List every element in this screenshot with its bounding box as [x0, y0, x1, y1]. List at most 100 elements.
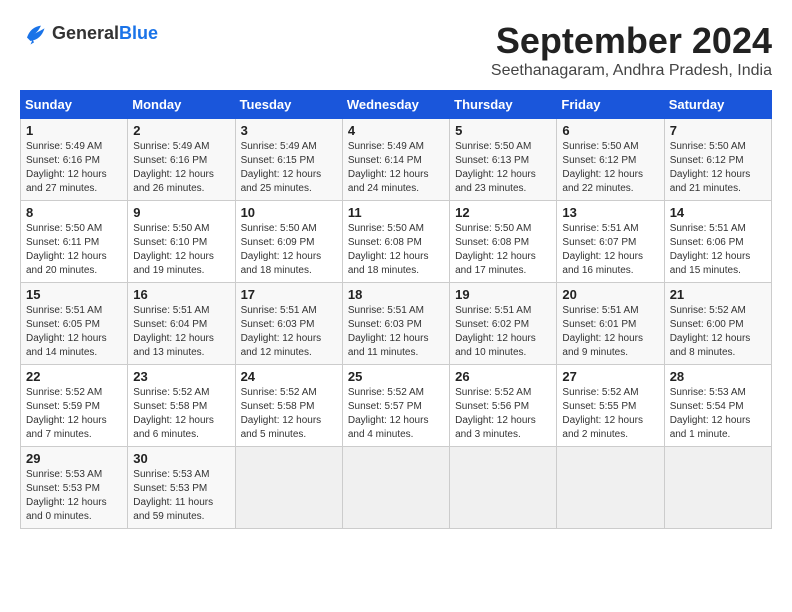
calendar-week-row: 29 Sunrise: 5:53 AMSunset: 5:53 PMDaylig… — [21, 447, 772, 529]
col-header-tuesday: Tuesday — [235, 91, 342, 119]
day-info: Sunrise: 5:50 AMSunset: 6:12 PMDaylight:… — [670, 140, 766, 196]
day-info: Sunrise: 5:50 AMSunset: 6:11 PMDaylight:… — [26, 222, 122, 278]
calendar-cell — [235, 447, 342, 529]
day-info: Sunrise: 5:53 AMSunset: 5:54 PMDaylight:… — [670, 386, 766, 442]
calendar-cell: 29 Sunrise: 5:53 AMSunset: 5:53 PMDaylig… — [21, 447, 128, 529]
day-info: Sunrise: 5:51 AMSunset: 6:03 PMDaylight:… — [241, 304, 337, 360]
day-number: 25 — [348, 369, 444, 384]
day-info: Sunrise: 5:52 AMSunset: 5:59 PMDaylight:… — [26, 386, 122, 442]
calendar-cell: 28 Sunrise: 5:53 AMSunset: 5:54 PMDaylig… — [664, 365, 771, 447]
day-number: 11 — [348, 205, 444, 220]
logo-general: General — [52, 23, 119, 43]
calendar-cell: 5 Sunrise: 5:50 AMSunset: 6:13 PMDayligh… — [450, 119, 557, 201]
calendar-cell: 14 Sunrise: 5:51 AMSunset: 6:06 PMDaylig… — [664, 201, 771, 283]
calendar-cell: 25 Sunrise: 5:52 AMSunset: 5:57 PMDaylig… — [342, 365, 449, 447]
day-number: 22 — [26, 369, 122, 384]
day-number: 29 — [26, 451, 122, 466]
col-header-monday: Monday — [128, 91, 235, 119]
day-number: 5 — [455, 123, 551, 138]
calendar-week-row: 8 Sunrise: 5:50 AMSunset: 6:11 PMDayligh… — [21, 201, 772, 283]
calendar-cell: 19 Sunrise: 5:51 AMSunset: 6:02 PMDaylig… — [450, 283, 557, 365]
calendar-cell: 17 Sunrise: 5:51 AMSunset: 6:03 PMDaylig… — [235, 283, 342, 365]
day-info: Sunrise: 5:52 AMSunset: 6:00 PMDaylight:… — [670, 304, 766, 360]
location-title: Seethanagaram, Andhra Pradesh, India — [491, 62, 772, 80]
day-info: Sunrise: 5:51 AMSunset: 6:06 PMDaylight:… — [670, 222, 766, 278]
col-header-wednesday: Wednesday — [342, 91, 449, 119]
calendar-cell — [450, 447, 557, 529]
calendar-cell: 6 Sunrise: 5:50 AMSunset: 6:12 PMDayligh… — [557, 119, 664, 201]
calendar-cell: 3 Sunrise: 5:49 AMSunset: 6:15 PMDayligh… — [235, 119, 342, 201]
day-info: Sunrise: 5:51 AMSunset: 6:01 PMDaylight:… — [562, 304, 658, 360]
logo-lockup: GeneralBlue — [20, 20, 158, 48]
day-info: Sunrise: 5:52 AMSunset: 5:56 PMDaylight:… — [455, 386, 551, 442]
calendar-cell: 27 Sunrise: 5:52 AMSunset: 5:55 PMDaylig… — [557, 365, 664, 447]
day-number: 24 — [241, 369, 337, 384]
day-info: Sunrise: 5:50 AMSunset: 6:08 PMDaylight:… — [455, 222, 551, 278]
day-number: 13 — [562, 205, 658, 220]
calendar-table: SundayMondayTuesdayWednesdayThursdayFrid… — [20, 90, 772, 529]
day-number: 16 — [133, 287, 229, 302]
calendar-cell: 20 Sunrise: 5:51 AMSunset: 6:01 PMDaylig… — [557, 283, 664, 365]
page-header: GeneralBlue September 2024 Seethanagaram… — [20, 20, 772, 80]
day-number: 30 — [133, 451, 229, 466]
calendar-week-row: 22 Sunrise: 5:52 AMSunset: 5:59 PMDaylig… — [21, 365, 772, 447]
day-number: 23 — [133, 369, 229, 384]
logo: GeneralBlue — [20, 20, 158, 48]
day-info: Sunrise: 5:49 AMSunset: 6:16 PMDaylight:… — [26, 140, 122, 196]
day-number: 17 — [241, 287, 337, 302]
day-info: Sunrise: 5:52 AMSunset: 5:58 PMDaylight:… — [133, 386, 229, 442]
day-info: Sunrise: 5:51 AMSunset: 6:04 PMDaylight:… — [133, 304, 229, 360]
day-number: 21 — [670, 287, 766, 302]
day-info: Sunrise: 5:52 AMSunset: 5:58 PMDaylight:… — [241, 386, 337, 442]
day-info: Sunrise: 5:52 AMSunset: 5:55 PMDaylight:… — [562, 386, 658, 442]
calendar-cell: 18 Sunrise: 5:51 AMSunset: 6:03 PMDaylig… — [342, 283, 449, 365]
calendar-week-row: 1 Sunrise: 5:49 AMSunset: 6:16 PMDayligh… — [21, 119, 772, 201]
calendar-cell: 26 Sunrise: 5:52 AMSunset: 5:56 PMDaylig… — [450, 365, 557, 447]
month-title: September 2024 — [491, 20, 772, 62]
calendar-cell: 11 Sunrise: 5:50 AMSunset: 6:08 PMDaylig… — [342, 201, 449, 283]
calendar-cell: 24 Sunrise: 5:52 AMSunset: 5:58 PMDaylig… — [235, 365, 342, 447]
calendar-cell — [664, 447, 771, 529]
day-number: 15 — [26, 287, 122, 302]
day-info: Sunrise: 5:51 AMSunset: 6:05 PMDaylight:… — [26, 304, 122, 360]
col-header-sunday: Sunday — [21, 91, 128, 119]
day-number: 2 — [133, 123, 229, 138]
day-number: 10 — [241, 205, 337, 220]
calendar-cell: 23 Sunrise: 5:52 AMSunset: 5:58 PMDaylig… — [128, 365, 235, 447]
day-number: 7 — [670, 123, 766, 138]
calendar-week-row: 15 Sunrise: 5:51 AMSunset: 6:05 PMDaylig… — [21, 283, 772, 365]
calendar-cell — [342, 447, 449, 529]
day-number: 6 — [562, 123, 658, 138]
calendar-cell: 2 Sunrise: 5:49 AMSunset: 6:16 PMDayligh… — [128, 119, 235, 201]
day-info: Sunrise: 5:51 AMSunset: 6:02 PMDaylight:… — [455, 304, 551, 360]
day-info: Sunrise: 5:50 AMSunset: 6:12 PMDaylight:… — [562, 140, 658, 196]
day-number: 28 — [670, 369, 766, 384]
day-info: Sunrise: 5:53 AMSunset: 5:53 PMDaylight:… — [26, 468, 122, 524]
day-number: 26 — [455, 369, 551, 384]
col-header-thursday: Thursday — [450, 91, 557, 119]
calendar-cell: 13 Sunrise: 5:51 AMSunset: 6:07 PMDaylig… — [557, 201, 664, 283]
calendar-cell — [557, 447, 664, 529]
day-number: 1 — [26, 123, 122, 138]
calendar-cell: 30 Sunrise: 5:53 AMSunset: 5:53 PMDaylig… — [128, 447, 235, 529]
day-number: 9 — [133, 205, 229, 220]
day-info: Sunrise: 5:50 AMSunset: 6:08 PMDaylight:… — [348, 222, 444, 278]
calendar-cell: 22 Sunrise: 5:52 AMSunset: 5:59 PMDaylig… — [21, 365, 128, 447]
logo-bird-icon — [20, 20, 48, 48]
day-number: 20 — [562, 287, 658, 302]
day-info: Sunrise: 5:49 AMSunset: 6:16 PMDaylight:… — [133, 140, 229, 196]
calendar-cell: 4 Sunrise: 5:49 AMSunset: 6:14 PMDayligh… — [342, 119, 449, 201]
day-info: Sunrise: 5:49 AMSunset: 6:14 PMDaylight:… — [348, 140, 444, 196]
calendar-cell: 12 Sunrise: 5:50 AMSunset: 6:08 PMDaylig… — [450, 201, 557, 283]
day-info: Sunrise: 5:51 AMSunset: 6:07 PMDaylight:… — [562, 222, 658, 278]
day-number: 4 — [348, 123, 444, 138]
day-number: 3 — [241, 123, 337, 138]
col-header-saturday: Saturday — [664, 91, 771, 119]
logo-blue: Blue — [119, 23, 158, 43]
day-info: Sunrise: 5:51 AMSunset: 6:03 PMDaylight:… — [348, 304, 444, 360]
calendar-cell: 15 Sunrise: 5:51 AMSunset: 6:05 PMDaylig… — [21, 283, 128, 365]
calendar-cell: 7 Sunrise: 5:50 AMSunset: 6:12 PMDayligh… — [664, 119, 771, 201]
day-number: 12 — [455, 205, 551, 220]
title-area: September 2024 Seethanagaram, Andhra Pra… — [491, 20, 772, 80]
day-info: Sunrise: 5:50 AMSunset: 6:13 PMDaylight:… — [455, 140, 551, 196]
